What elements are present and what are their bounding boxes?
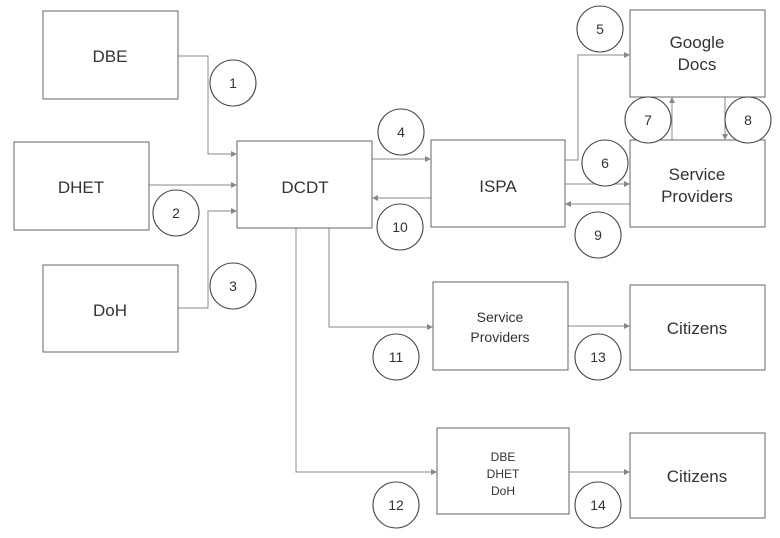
node-label: DoH	[491, 484, 515, 498]
step-13: 13	[574, 333, 622, 381]
step-number: 3	[229, 278, 237, 294]
node-service-providers-top: Service Providers	[629, 139, 766, 228]
step-8: 8	[724, 96, 772, 144]
step-number: 6	[601, 155, 609, 171]
node-label: Providers	[470, 329, 529, 345]
node-label: Providers	[661, 187, 733, 206]
step-12: 12	[372, 481, 420, 529]
step-number: 9	[594, 227, 602, 243]
step-number: 13	[590, 349, 606, 365]
node-dbe: DBE	[42, 10, 179, 100]
step-3: 3	[209, 262, 257, 310]
node-dhet: DHET	[13, 141, 150, 231]
step-number: 14	[590, 497, 606, 513]
node-label: Citizens	[667, 467, 727, 486]
step-11: 11	[372, 333, 420, 381]
node-label: Service	[477, 309, 524, 325]
step-6: 6	[581, 139, 629, 187]
node-departments-group: DBE DHET DoH	[436, 427, 570, 515]
step-5: 5	[576, 5, 624, 53]
node-label: DCDT	[281, 178, 328, 197]
step-1: 1	[209, 59, 257, 107]
node-citizens-mid: Citizens	[629, 284, 766, 371]
node-service-providers-mid: Service Providers	[432, 281, 569, 371]
node-citizens-bottom: Citizens	[629, 432, 766, 519]
node-label: Service	[669, 165, 726, 184]
node-label: DBE	[491, 450, 516, 464]
step-number: 4	[397, 124, 405, 140]
step-9: 9	[574, 211, 622, 259]
node-label: Docs	[678, 55, 717, 74]
node-label: DoH	[93, 301, 127, 320]
step-14: 14	[574, 481, 622, 529]
step-number: 12	[388, 497, 404, 513]
step-number: 7	[644, 112, 652, 128]
node-label: DBE	[93, 47, 128, 66]
step-7: 7	[624, 96, 672, 144]
node-google-docs: Google Docs	[629, 9, 766, 98]
node-label: Google	[670, 33, 725, 52]
node-dcdt: DCDT	[236, 140, 373, 229]
flow-diagram: DBE DHET DoH DCDT ISPA Google Docs Servi…	[0, 0, 780, 538]
node-label: ISPA	[479, 177, 517, 196]
node-label: DHET	[58, 178, 104, 197]
node-ispa: ISPA	[430, 139, 566, 228]
step-number: 5	[596, 21, 604, 37]
node-doh: DoH	[42, 264, 179, 353]
node-label: DHET	[487, 467, 520, 481]
step-number: 2	[172, 205, 180, 221]
step-2: 2	[152, 189, 200, 237]
step-number: 10	[392, 219, 408, 235]
step-number: 11	[389, 349, 404, 365]
node-label: Citizens	[667, 319, 727, 338]
step-number: 8	[744, 112, 752, 128]
step-10: 10	[376, 203, 424, 251]
step-4: 4	[377, 108, 425, 156]
step-number: 1	[229, 75, 237, 91]
